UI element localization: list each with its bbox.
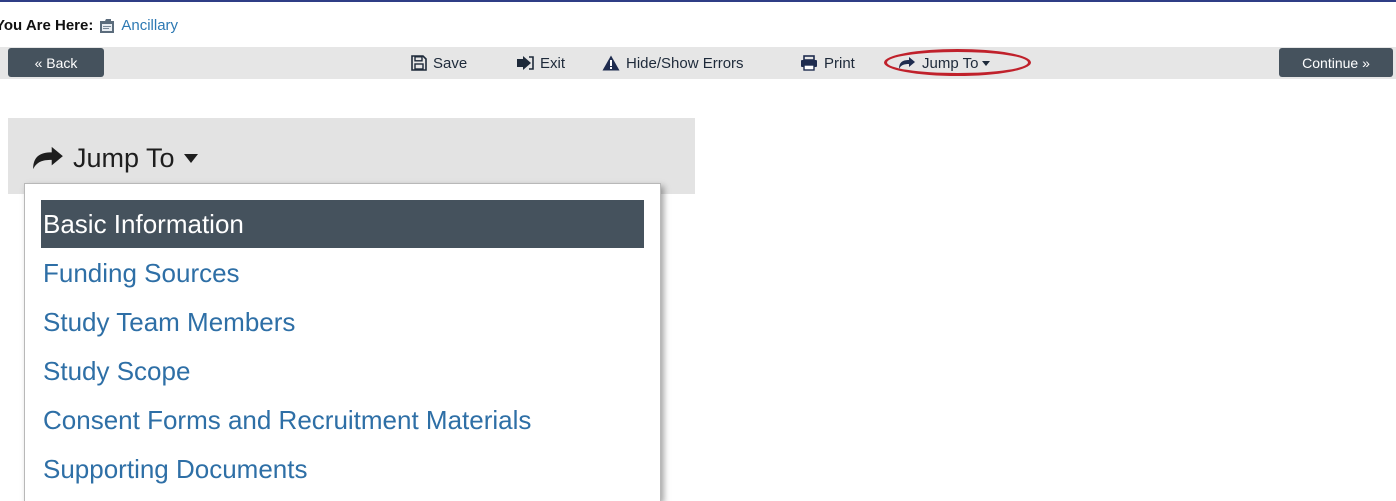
hide-show-errors-button[interactable]: Hide/Show Errors — [602, 47, 744, 79]
save-icon — [411, 55, 427, 71]
print-label: Print — [824, 54, 855, 72]
save-button[interactable]: Save — [411, 47, 467, 79]
share-arrow-icon — [33, 146, 63, 170]
top-border — [0, 0, 1396, 2]
continue-button[interactable]: Continue » — [1279, 48, 1393, 77]
exit-button[interactable]: Exit — [516, 47, 565, 79]
jump-to-header-label: Jump To — [73, 142, 175, 173]
caret-down-icon — [982, 60, 991, 66]
breadcrumb-prefix: You Are Here: — [0, 16, 94, 34]
caret-down-icon — [183, 153, 198, 163]
print-button[interactable]: Print — [800, 47, 855, 79]
exit-icon — [517, 56, 534, 70]
menu-item-basic-information[interactable]: Basic Information — [41, 200, 644, 248]
menu-item-consent-forms[interactable]: Consent Forms and Recruitment Materials — [41, 396, 644, 444]
jump-to-menu: Basic Information Funding Sources Study … — [24, 183, 661, 501]
toolbar: « Back Save Exit Hide/Show Errors Print … — [0, 47, 1396, 79]
menu-item-supporting-documents[interactable]: Supporting Documents — [41, 445, 644, 493]
jump-to-dropdown-toggle[interactable]: Jump To — [31, 136, 198, 180]
save-label: Save — [433, 54, 468, 72]
breadcrumb-link-ancillary[interactable]: Ancillary — [121, 17, 178, 34]
menu-item-funding-sources[interactable]: Funding Sources — [41, 249, 644, 297]
menu-item-study-team-members[interactable]: Study Team Members — [41, 298, 644, 346]
document-folder-icon — [99, 17, 115, 34]
menu-item-study-scope[interactable]: Study Scope — [41, 347, 644, 395]
breadcrumb: You Are Here: Ancillary — [0, 15, 178, 35]
exit-label: Exit — [540, 54, 566, 72]
jump-to-label: Jump To — [922, 54, 979, 72]
jump-to-button[interactable]: Jump To — [898, 47, 991, 79]
print-icon — [801, 55, 817, 71]
warning-icon — [602, 55, 620, 71]
share-arrow-icon — [899, 57, 915, 69]
back-button[interactable]: « Back — [8, 48, 104, 77]
hide-show-errors-label: Hide/Show Errors — [626, 54, 744, 72]
